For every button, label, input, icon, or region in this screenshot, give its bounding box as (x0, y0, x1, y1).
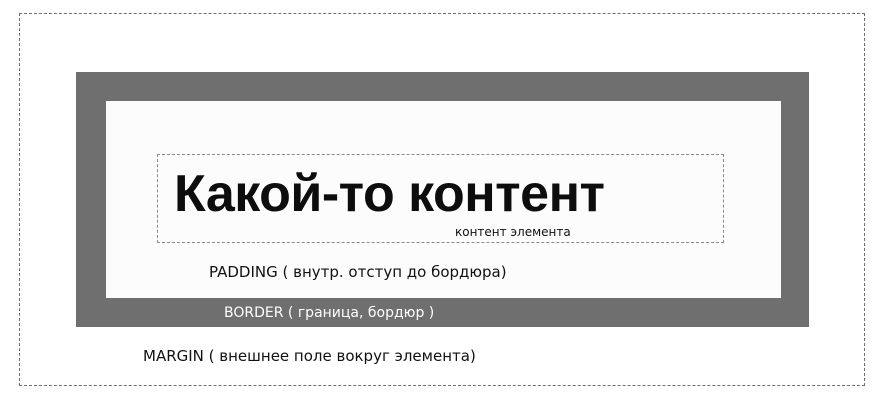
content-main-text: Какой-то контент (174, 165, 605, 223)
border-label: BORDER ( граница, бордюр ) (224, 305, 435, 321)
margin-label: MARGIN ( внешнее поле вокруг элемента) (143, 347, 476, 365)
content-caption: контент элемента (455, 225, 571, 239)
padding-label: PADDING ( внутр. отступ до бордюра) (209, 263, 507, 281)
